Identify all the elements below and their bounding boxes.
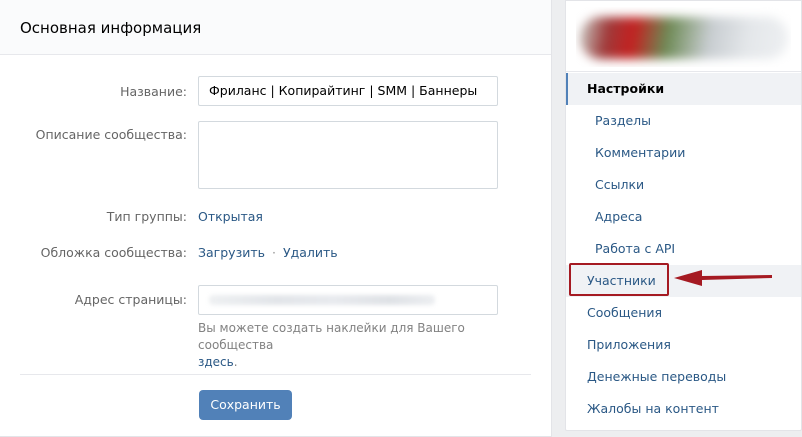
description-textarea[interactable]	[198, 121, 498, 189]
address-hint-end: .	[233, 355, 238, 369]
sidebar-item-api[interactable]: Работа с API	[566, 233, 801, 265]
stickers-link[interactable]: здесь	[198, 355, 234, 369]
address-input[interactable]	[198, 285, 498, 315]
sidebar-item-content-reports[interactable]: Жалобы на контент	[566, 393, 801, 425]
address-hint: Вы можете создать наклейки для Вашего со…	[198, 320, 538, 371]
cover-actions: Загрузить · Удалить	[198, 245, 338, 260]
sidebar-item-addresses[interactable]: Адреса	[566, 201, 801, 233]
community-cover-blurred	[576, 7, 791, 67]
sidebar-item-links[interactable]: Ссылки	[566, 169, 801, 201]
cover-upload-link[interactable]: Загрузить	[198, 245, 265, 260]
blurred-image	[580, 17, 788, 59]
sidebar-item-settings[interactable]: Настройки	[566, 73, 801, 105]
red-arrow-icon	[674, 270, 772, 286]
annotation-highlight-box	[569, 263, 669, 296]
cover-separator: ·	[272, 245, 276, 260]
name-input[interactable]: Фриланс | Копирайтинг | SMM | Баннеры	[198, 76, 498, 106]
group-type-label: Тип группы:	[106, 209, 187, 224]
form-divider	[20, 374, 531, 375]
address-hint-text: Вы можете создать наклейки для Вашего со…	[198, 321, 465, 352]
cover-delete-link[interactable]: Удалить	[283, 245, 338, 260]
sidebar-item-money-transfers[interactable]: Денежные переводы	[566, 361, 801, 393]
sidebar-item-messages[interactable]: Сообщения	[566, 297, 801, 329]
cover-label: Обложка сообщества:	[40, 245, 187, 260]
sidebar-item-apps[interactable]: Приложения	[566, 329, 801, 361]
save-button[interactable]: Сохранить	[199, 390, 292, 420]
sidebar-divider	[566, 71, 801, 72]
sidebar-item-sections[interactable]: Разделы	[566, 105, 801, 137]
main-settings-panel: Основная информация Название: Фриланс | …	[0, 0, 552, 437]
address-label: Адрес страницы:	[74, 292, 187, 307]
description-label: Описание сообщества:	[35, 127, 187, 142]
panel-title: Основная информация	[0, 0, 551, 55]
settings-sidebar: Настройки Разделы Комментарии Ссылки Адр…	[565, 0, 802, 431]
blurred-address	[209, 295, 435, 305]
sidebar-item-comments[interactable]: Комментарии	[566, 137, 801, 169]
group-type-link[interactable]: Открытая	[198, 209, 263, 224]
name-label: Название:	[120, 84, 187, 99]
